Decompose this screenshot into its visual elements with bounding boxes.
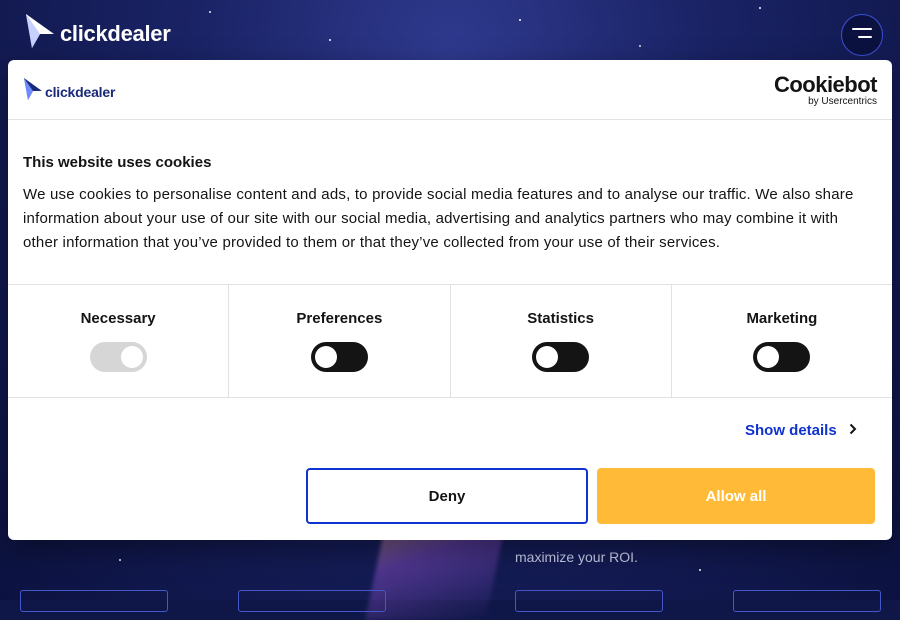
show-details-label: Show details <box>745 422 837 439</box>
chevron-right-icon <box>849 422 857 439</box>
cookiebot-byline: by Usercentrics <box>808 96 877 107</box>
dialog-header: clickdealer Cookiebot by Usercentrics <box>8 60 892 120</box>
category-label: Preferences <box>296 310 383 327</box>
statistics-toggle[interactable] <box>532 342 590 372</box>
preferences-toggle[interactable] <box>310 342 368 372</box>
show-details-link[interactable]: Show details <box>745 422 857 439</box>
necessary-toggle <box>89 342 147 372</box>
hamburger-icon <box>852 26 872 44</box>
toggle-knob <box>120 346 143 368</box>
category-label: Necessary <box>80 310 156 327</box>
menu-button[interactable] <box>841 14 883 56</box>
cookiebot-logo[interactable]: Cookiebot by Usercentrics <box>773 72 878 108</box>
marketing-toggle[interactable] <box>753 342 811 372</box>
arrow-logo-icon <box>23 77 43 106</box>
category-necessary: Necessary <box>8 285 230 397</box>
toggle-knob <box>536 346 559 368</box>
category-preferences: Preferences <box>229 285 451 397</box>
cookiebot-name: Cookiebot <box>773 72 878 97</box>
background-card-4 <box>733 590 881 612</box>
site-logo-text: clickdealer <box>60 20 171 46</box>
category-label: Marketing <box>746 310 818 327</box>
dialog-description: We use cookies to personalise content an… <box>23 186 854 251</box>
arrow-logo-icon <box>24 12 56 55</box>
toggle-knob <box>757 346 780 368</box>
consent-categories: Necessary Preferences Statistics Marketi… <box>8 284 892 398</box>
background-card-3 <box>515 590 663 612</box>
site-logo[interactable]: clickdealer <box>24 12 171 55</box>
toggle-knob <box>314 346 337 368</box>
dialog-logo-text: clickdealer <box>45 83 116 100</box>
cookie-consent-dialog: clickdealer Cookiebot by Usercentrics Th… <box>8 60 892 540</box>
deny-button[interactable]: Deny <box>306 468 588 524</box>
dialog-logo: clickdealer <box>23 77 115 106</box>
background-text-roi: maximize your ROI. <box>515 549 638 565</box>
category-label: Statistics <box>527 310 594 327</box>
category-statistics: Statistics <box>451 285 672 397</box>
background-card-1 <box>20 590 168 612</box>
allow-all-button[interactable]: Allow all <box>597 468 875 524</box>
dialog-body: This website uses cookies We use cookies… <box>8 154 892 255</box>
background-card-2 <box>238 590 386 612</box>
site-header: clickdealer <box>0 0 900 60</box>
category-marketing: Marketing <box>672 285 892 397</box>
dialog-title: This website uses cookies <box>23 154 212 171</box>
